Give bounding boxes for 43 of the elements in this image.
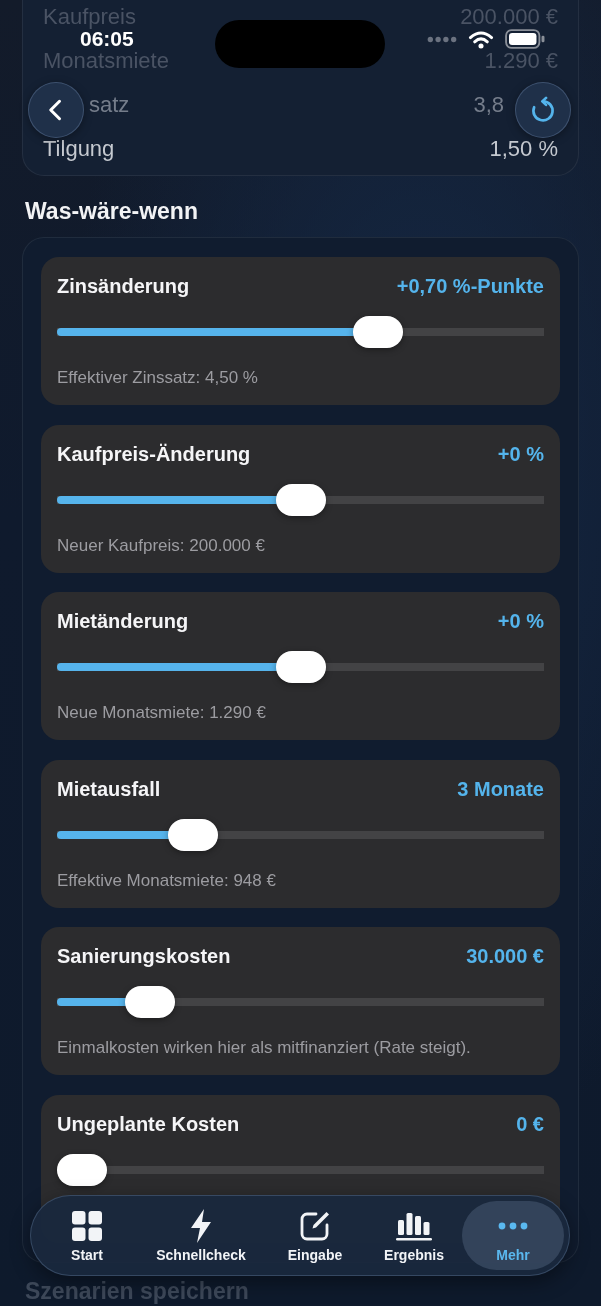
slider-thumb[interactable] (275, 651, 326, 683)
summary-label: satz (89, 94, 130, 116)
scenario-value: +0 % (497, 609, 544, 634)
tab[interactable]: Schnellcheck (138, 1201, 264, 1270)
scenario-title: Mietänderung (57, 609, 189, 634)
scenario-value: 0 € (516, 1111, 544, 1137)
summary-label: Tilgung (43, 138, 115, 160)
wifi-icon (468, 29, 494, 49)
lightning-icon (190, 1209, 212, 1243)
grid-icon (72, 1211, 102, 1241)
scenario-note: Neuer Kaufpreis: 200.000 € (57, 534, 266, 557)
scenario-value: +0 % (497, 441, 544, 467)
summary-value: 3,8 (473, 94, 504, 116)
scenario-note: Neue Monatsmiete: 1.290 € (57, 702, 267, 724)
ellipsis-icon (498, 1222, 528, 1230)
scenario-title: Mietausfall (57, 776, 161, 802)
signal-icon (427, 35, 457, 43)
slider-thumb[interactable] (124, 986, 175, 1018)
scenario-title: Sanierungskosten (57, 944, 231, 969)
scenario-value: +0,70 %-Punkte (396, 274, 544, 299)
reset-icon (529, 96, 557, 124)
status-time: 06:05 (80, 29, 134, 49)
scenario-note: Effektive Monatsmiete: 948 € (57, 869, 277, 892)
edit-icon (299, 1210, 331, 1242)
scenario-title: Ungeplante Kosten (57, 1111, 240, 1137)
tab[interactable]: Mehr (462, 1201, 564, 1270)
section-title: Was-wäre-wenn (25, 198, 198, 224)
scenario-value: 3 Monate (457, 776, 544, 802)
scenario-note: Effektiver Zinssatz: 4,50 % (57, 367, 259, 389)
slider-thumb[interactable] (353, 316, 404, 348)
scenario-title: Zinsänderung (57, 274, 190, 299)
summary-value: 1,50 % (489, 138, 558, 160)
slider-thumb[interactable] (275, 483, 326, 516)
scenario-value: 30.000 € (466, 944, 544, 969)
bar-chart-icon (396, 1211, 432, 1241)
tab[interactable]: Start (36, 1201, 138, 1270)
battery-icon (505, 29, 545, 49)
tab[interactable]: Ergebnis (366, 1201, 462, 1270)
scenario-note: Einmalkosten wirken hier als mitfinanziert (Rate steigt). (57, 1037, 472, 1059)
tab[interactable]: Eingabe (264, 1201, 366, 1270)
slider-thumb[interactable] (57, 1153, 107, 1186)
scenario-title: Kaufpreis-Änderung (57, 441, 251, 467)
slider-thumb[interactable] (168, 818, 219, 851)
